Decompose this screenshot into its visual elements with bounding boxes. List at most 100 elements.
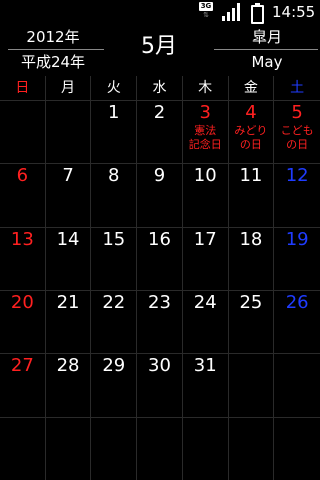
day-cell-7[interactable]: 7 <box>45 163 92 227</box>
holiday-label: 憲法 記念日 <box>188 124 222 151</box>
day-number: 10 <box>193 165 217 187</box>
day-number: 14 <box>56 228 80 250</box>
day-cell-27[interactable]: 27 <box>0 353 46 417</box>
day-number: 4 <box>245 102 257 123</box>
day-cell-22[interactable]: 22 <box>91 289 138 354</box>
weekday-wed: 水 <box>137 76 183 100</box>
empty-day-cell <box>91 416 138 480</box>
day-cell-14[interactable]: 14 <box>45 226 92 290</box>
empty-day-cell <box>228 416 275 480</box>
empty-day-cell <box>0 416 46 480</box>
day-number: 18 <box>239 228 263 250</box>
day-number: 24 <box>193 291 217 313</box>
month-english-label: May <box>251 53 283 71</box>
day-number: 22 <box>102 291 126 313</box>
weekday-fri: 金 <box>229 76 275 100</box>
day-number: 31 <box>193 355 217 377</box>
holiday-label: みどり の日 <box>234 124 268 151</box>
day-cell-21[interactable]: 21 <box>45 289 92 354</box>
month-title[interactable]: 5月 <box>106 33 212 61</box>
day-number: 1 <box>108 102 120 123</box>
signal-icon <box>222 3 242 21</box>
header-divider-right <box>214 49 318 50</box>
day-number: 15 <box>102 228 126 250</box>
day-cell-12[interactable]: 12 <box>274 163 320 226</box>
day-number <box>274 418 320 419</box>
status-bar: 3G ⇅ 14:55 <box>0 0 320 25</box>
era-year-label: 平成24年 <box>20 53 86 71</box>
day-cell-8[interactable]: 8 <box>91 163 138 227</box>
calendar-header: 2012年 平成24年 5月 皐月 May <box>0 25 320 75</box>
battery-icon <box>251 3 264 24</box>
day-cell-24[interactable]: 24 <box>182 289 229 354</box>
day-cell-23[interactable]: 23 <box>137 289 183 354</box>
weekday-mon: 月 <box>46 76 92 100</box>
day-number: 8 <box>108 165 120 187</box>
day-cell-2[interactable]: 2 <box>137 100 183 164</box>
network-type-label: 3G <box>199 2 213 11</box>
weekday-tue: 火 <box>91 76 138 100</box>
day-cell-29[interactable]: 29 <box>91 353 138 417</box>
day-cell-15[interactable]: 15 <box>91 226 138 290</box>
day-cell-31[interactable]: 31 <box>182 353 229 417</box>
weekday-thu: 木 <box>183 76 229 100</box>
day-number <box>137 418 182 419</box>
day-number: 17 <box>193 228 217 250</box>
day-cell-28[interactable]: 28 <box>45 353 92 417</box>
day-number: 2 <box>153 102 166 123</box>
day-cell-13[interactable]: 13 <box>0 226 46 290</box>
day-number: 19 <box>285 228 309 250</box>
day-cell-26[interactable]: 26 <box>274 289 320 353</box>
empty-day-cell <box>45 416 92 480</box>
day-number: 20 <box>10 291 34 313</box>
day-number <box>46 418 91 419</box>
weekday-sun: 日 <box>0 76 46 100</box>
day-cell-17[interactable]: 17 <box>182 226 229 290</box>
day-number: 13 <box>10 228 34 250</box>
3g-icon: 3G ⇅ <box>199 2 213 21</box>
day-cell-4[interactable]: 4 みどり の日 <box>228 100 275 164</box>
day-cell-25[interactable]: 25 <box>228 289 275 354</box>
calendar-grid: 1 2 3 憲法 記念日 4 みどり の日 5 こども の日 6 7 8 9 10 11 12 13 14 15 1… <box>0 100 320 480</box>
day-number: 3 <box>199 102 211 123</box>
day-number: 27 <box>10 355 34 377</box>
day-number <box>274 354 320 355</box>
day-cell-3[interactable]: 3 憲法 記念日 <box>182 100 229 164</box>
header-divider-left <box>8 49 104 50</box>
status-time: 14:55 <box>272 3 316 21</box>
weekday-sat: 土 <box>290 80 305 96</box>
data-activity-icon: ⇅ <box>203 11 209 19</box>
traditional-month-label: 皐月 <box>251 28 282 46</box>
day-number: 16 <box>148 228 171 250</box>
empty-day-cell <box>274 353 320 416</box>
empty-day-cell <box>137 416 183 480</box>
empty-day-cell <box>0 100 46 164</box>
empty-day-cell <box>228 353 275 417</box>
day-number: 29 <box>102 355 126 377</box>
day-number: 6 <box>16 165 29 187</box>
day-number: 25 <box>239 291 263 313</box>
day-number: 21 <box>56 291 80 313</box>
day-cell-6[interactable]: 6 <box>0 163 46 227</box>
day-number <box>229 418 274 419</box>
day-cell-11[interactable]: 11 <box>228 163 275 227</box>
year-label[interactable]: 2012年 <box>0 28 106 46</box>
day-number: 26 <box>285 291 309 313</box>
day-cell-18[interactable]: 18 <box>228 226 275 290</box>
empty-day-cell <box>182 416 229 480</box>
day-cell-9[interactable]: 9 <box>137 163 183 227</box>
day-cell-16[interactable]: 16 <box>137 226 183 290</box>
empty-day-cell <box>45 100 92 164</box>
day-cell-5[interactable]: 5 こども の日 <box>274 100 320 163</box>
day-number: 28 <box>56 355 80 377</box>
day-cell-1[interactable]: 1 <box>91 100 138 164</box>
day-cell-30[interactable]: 30 <box>137 353 183 417</box>
day-number <box>0 418 45 419</box>
day-cell-19[interactable]: 19 <box>274 226 320 290</box>
day-cell-10[interactable]: 10 <box>182 163 229 227</box>
day-number: 9 <box>153 165 166 187</box>
day-number <box>46 101 91 102</box>
day-cell-20[interactable]: 20 <box>0 289 46 354</box>
day-number <box>183 418 228 419</box>
day-number: 11 <box>239 165 263 187</box>
